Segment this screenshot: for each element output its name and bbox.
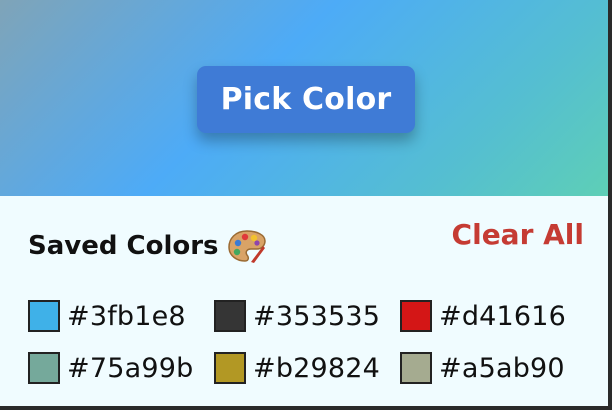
color-code: #a5ab90 xyxy=(439,352,565,384)
color-swatch xyxy=(400,300,432,332)
saved-colors-header: Saved Colors xyxy=(28,228,267,264)
color-code: #b29824 xyxy=(253,352,381,384)
color-swatch xyxy=(214,300,246,332)
color-swatch xyxy=(28,300,60,332)
color-code: #75a99b xyxy=(67,352,194,384)
saved-colors-panel: Saved Colors Clear All #3fb1e8 #353535 #d4… xyxy=(0,196,608,406)
saved-color-item[interactable]: #353535 xyxy=(214,300,400,332)
saved-colors-title: Saved Colors xyxy=(28,231,219,261)
saved-color-item[interactable]: #3fb1e8 xyxy=(28,300,214,332)
color-code: #353535 xyxy=(253,300,381,332)
color-swatch xyxy=(400,352,432,384)
color-code: #3fb1e8 xyxy=(67,300,186,332)
color-swatch xyxy=(28,352,60,384)
saved-color-item[interactable]: #75a99b xyxy=(28,352,214,384)
pick-color-button[interactable]: Pick Color xyxy=(197,66,415,133)
palette-icon xyxy=(227,228,267,264)
saved-color-item[interactable]: #a5ab90 xyxy=(400,352,586,384)
color-picker-popup: Pick Color Saved Colors Clear All #3fb1e… xyxy=(0,0,612,410)
saved-colors-grid: #3fb1e8 #353535 #d41616 #75a99b #b29824 #a5ab… xyxy=(28,300,586,384)
hero-gradient: Pick Color xyxy=(0,0,608,196)
clear-all-button[interactable]: Clear All xyxy=(452,218,584,251)
color-code: #d41616 xyxy=(439,300,567,332)
saved-color-item[interactable]: #b29824 xyxy=(214,352,400,384)
color-swatch xyxy=(214,352,246,384)
saved-color-item[interactable]: #d41616 xyxy=(400,300,586,332)
